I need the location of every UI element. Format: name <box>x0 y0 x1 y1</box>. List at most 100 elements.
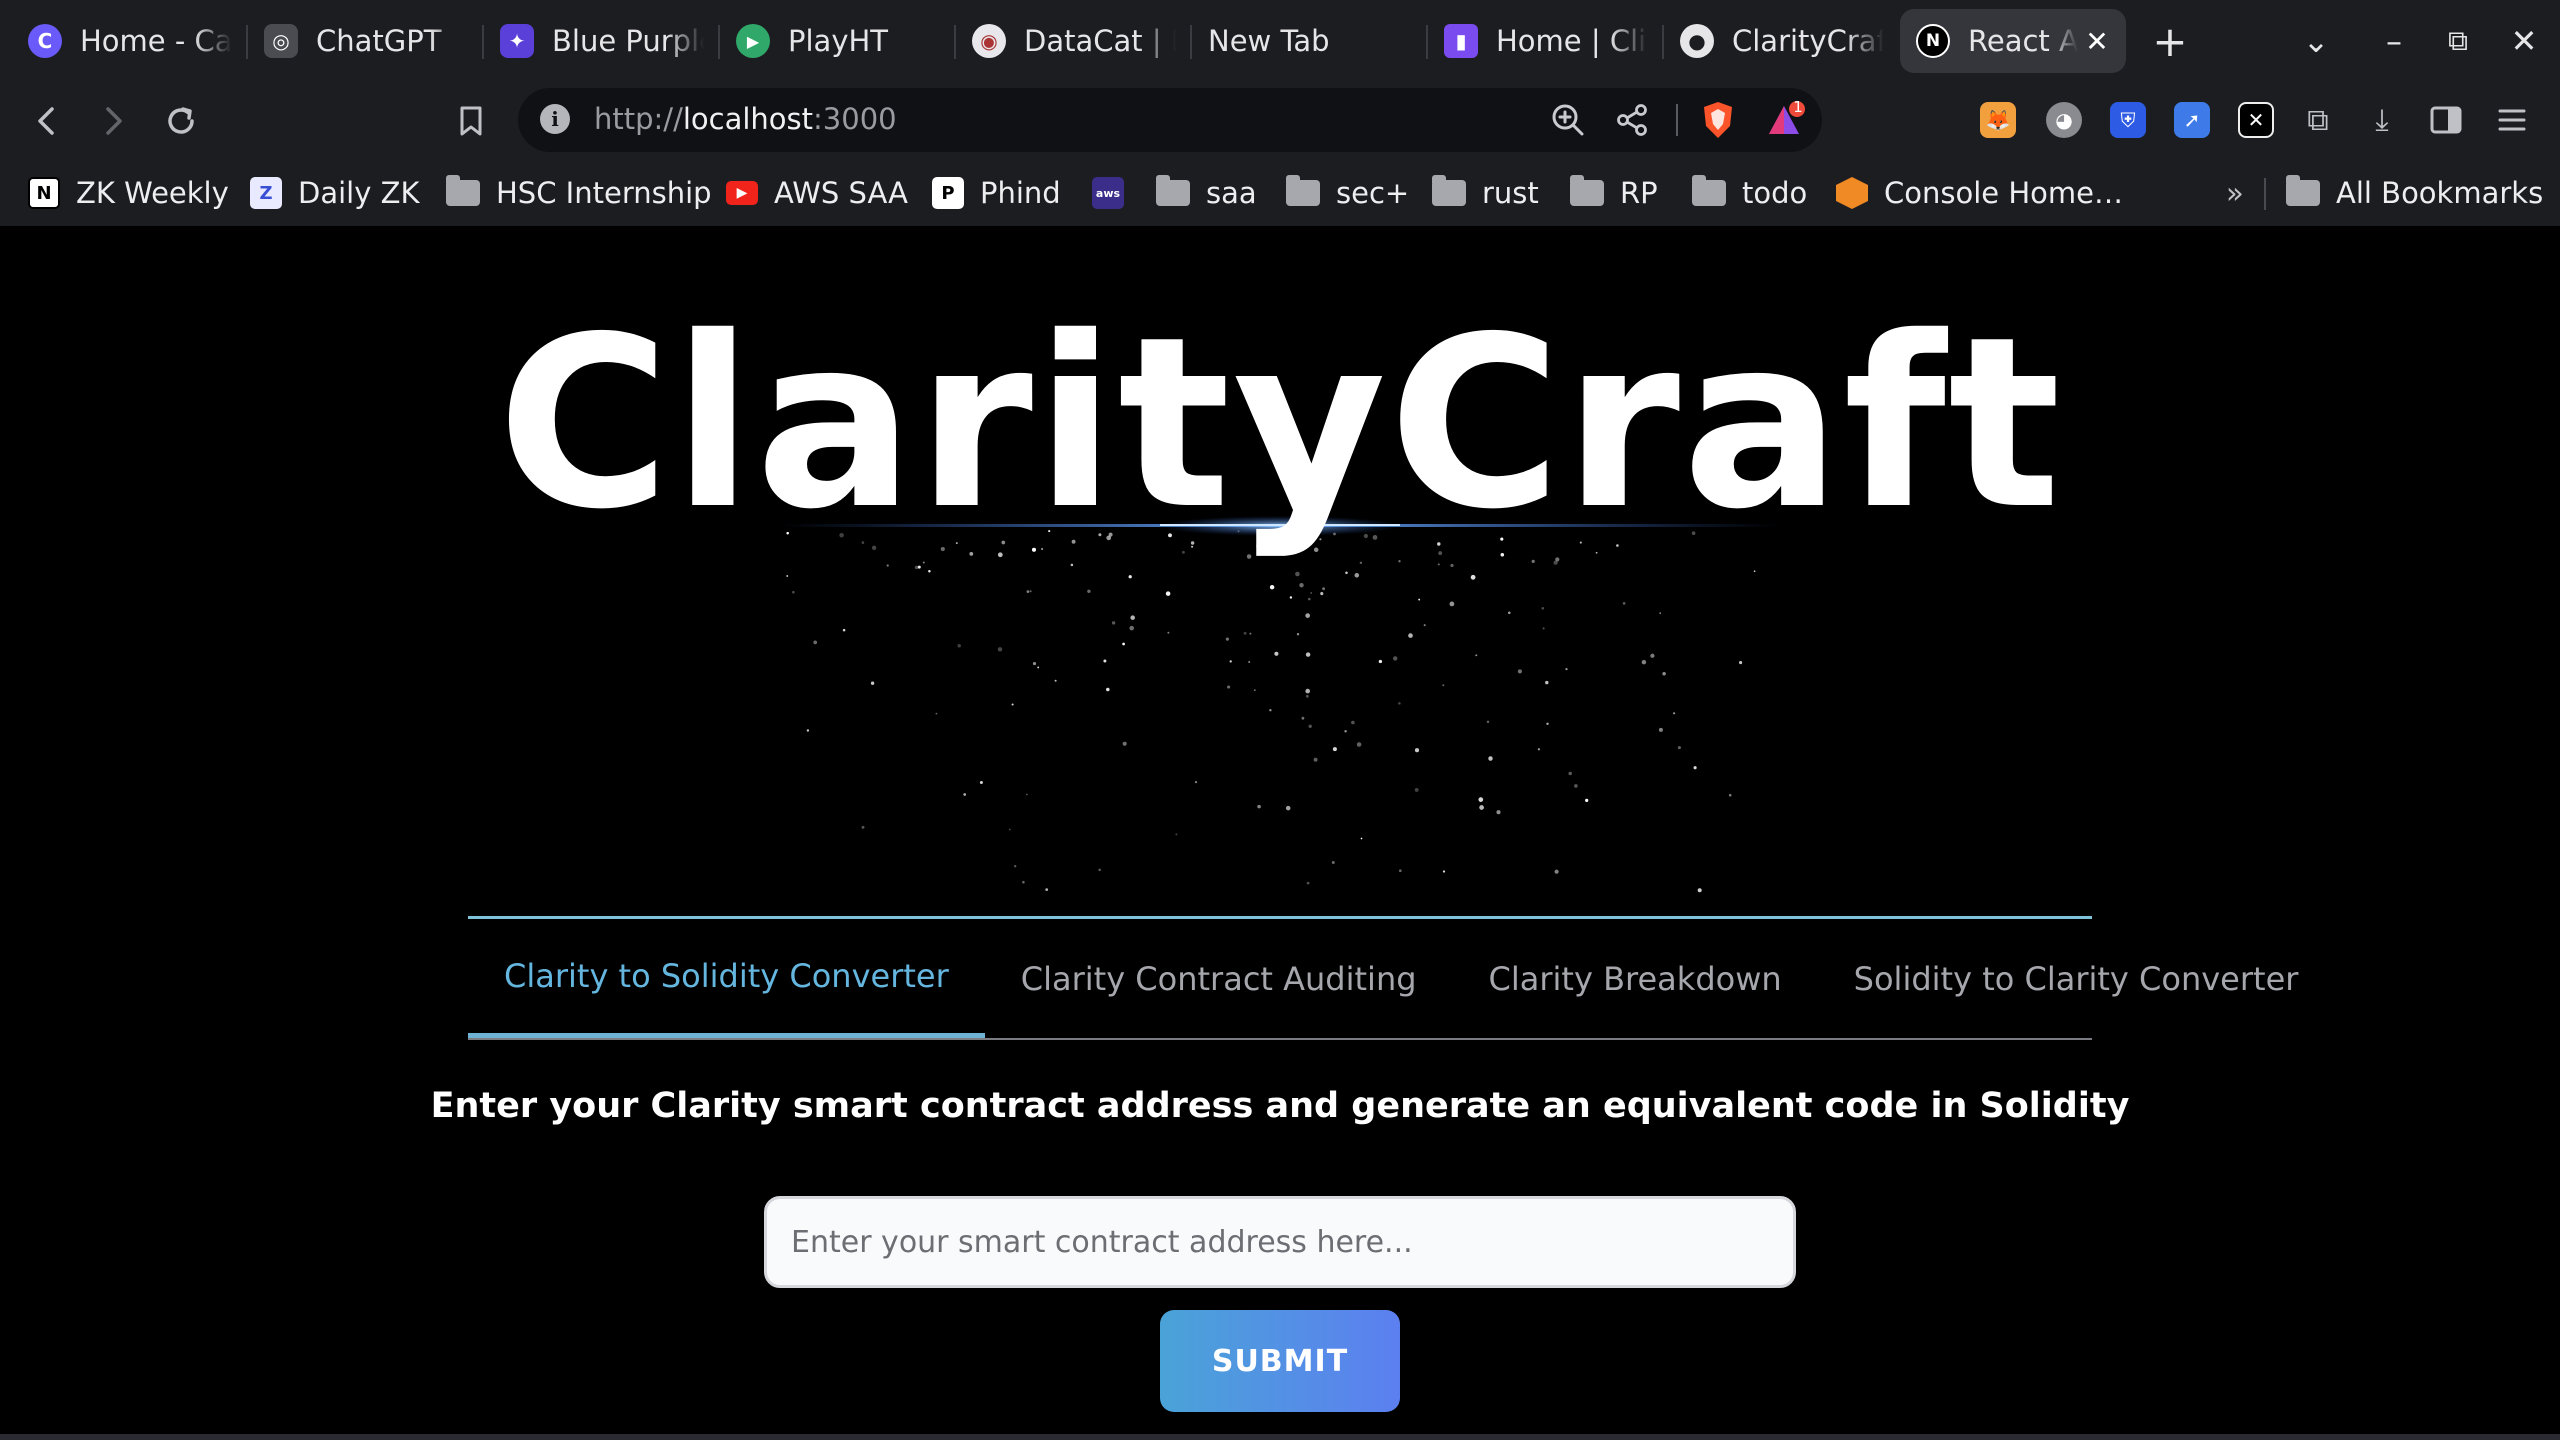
sparkle-particle <box>922 561 925 564</box>
all-bookmarks-folder[interactable]: All Bookmarks <box>2286 170 2543 216</box>
aws-console-icon <box>1836 177 1868 209</box>
extension-cursor-icon[interactable]: ➚ <box>2174 102 2210 138</box>
page-title: ClarityCraft <box>497 286 2063 561</box>
browser-tab-react-app[interactable]: N React App ✕ <box>1900 9 2126 73</box>
metamask-icon[interactable]: 🦊 <box>1980 102 2016 138</box>
sparkle-particle <box>1360 837 1363 840</box>
sparkle-particle <box>1537 748 1541 751</box>
sparkle-particle <box>1299 583 1304 588</box>
sparkle-particle <box>1128 575 1132 579</box>
sparkle-particle <box>1253 689 1256 692</box>
sparkle-particle <box>1398 702 1401 705</box>
sparkle-particle <box>1194 780 1198 784</box>
sparkle-particle <box>1641 659 1647 665</box>
close-window-icon[interactable]: ✕ <box>2492 0 2556 82</box>
sparkle-particle <box>1165 591 1171 596</box>
tab-clarity-to-solidity[interactable]: Clarity to Solidity Converter <box>468 919 985 1038</box>
bookmark-hsc-internship[interactable]: HSC Internship <box>446 170 712 216</box>
tab-clarity-breakdown[interactable]: Clarity Breakdown <box>1453 919 1818 1038</box>
tab-title: React App <box>1968 24 2078 58</box>
browser-tab-datacat[interactable]: ◉ DataCat | E <box>956 9 1192 73</box>
bookmark-daily-zk[interactable]: Z Daily ZK <box>250 170 419 216</box>
tab-contract-auditing[interactable]: Clarity Contract Auditing <box>985 919 1453 1038</box>
github-icon: ● <box>1680 24 1714 58</box>
extensions-puzzle-icon[interactable]: ⧉ <box>2300 102 2336 138</box>
bookmark-rp[interactable]: RP <box>1570 170 1658 216</box>
sparkle-particle <box>1111 621 1116 625</box>
extension-shield-icon[interactable]: ⛨ <box>2110 102 2146 138</box>
bookmark-aws-saa[interactable]: ▶ AWS SAA <box>726 170 908 216</box>
minimize-icon[interactable]: – <box>2362 0 2426 82</box>
bookmark-aws[interactable]: aws <box>1092 170 1140 216</box>
sparkle-particle <box>1622 602 1626 605</box>
tab-solidity-to-clarity[interactable]: Solidity to Clarity Converter <box>1818 919 2335 1038</box>
browser-tab-chatgpt[interactable]: ◎ ChatGPT <box>248 9 484 73</box>
converter-tabs: Clarity to Solidity Converter Clarity Co… <box>468 916 2298 1040</box>
sparkle-particle <box>1488 756 1493 761</box>
sparkle-particle <box>1697 888 1702 893</box>
more-bookmarks-button[interactable]: » <box>2226 170 2244 216</box>
downloads-icon[interactable]: ⤓ <box>2364 102 2400 138</box>
sparkle-particle <box>1398 869 1402 873</box>
chatgpt-icon: ◎ <box>264 24 298 58</box>
tab-title: New Tab <box>1208 24 1330 58</box>
url-text[interactable]: http://localhost:3000 <box>594 102 897 136</box>
share-icon[interactable] <box>1610 98 1654 142</box>
sparkle-particle <box>1243 631 1247 635</box>
sparkle-particle <box>1478 797 1484 802</box>
sparkle-particle <box>1322 587 1325 591</box>
bookmark-phind[interactable]: P Phind <box>932 170 1061 216</box>
new-tab-button[interactable]: + <box>2140 11 2200 71</box>
extension-x-icon[interactable]: ✕ <box>2238 102 2274 138</box>
bookmark-todo[interactable]: todo <box>1692 170 1807 216</box>
sparkle-particle <box>1308 724 1312 728</box>
canva-icon: C <box>28 24 62 58</box>
browser-tab-canva[interactable]: C Home - Canva <box>12 9 248 73</box>
browser-tab-blue-purple[interactable]: ✦ Blue Purple <box>484 9 720 73</box>
forward-icon[interactable] <box>88 96 138 146</box>
submit-button[interactable]: SUBMIT <box>1160 1310 1400 1412</box>
browser-tab-clip[interactable]: ▮ Home | Clip <box>1428 9 1664 73</box>
menu-icon[interactable] <box>2494 102 2530 138</box>
bookmark-sec-plus[interactable]: sec+ <box>1286 170 1409 216</box>
sparkle-particle <box>1517 669 1522 674</box>
sparkle-particle <box>1305 652 1311 657</box>
restore-icon[interactable]: ⧉ <box>2426 0 2490 82</box>
sparkle-particle <box>1508 611 1511 615</box>
sparkle-particle <box>842 628 846 632</box>
sparkle-particle <box>1496 810 1501 815</box>
sparkle-particle <box>786 575 789 577</box>
sparkle-particle <box>1301 716 1305 720</box>
tab-search-chevron-icon[interactable]: ⌄ <box>2284 0 2348 82</box>
bookmark-page-icon[interactable] <box>446 96 496 146</box>
browser-tab-claritycraft-github[interactable]: ● ClarityCraft <box>1664 9 1900 73</box>
sparkle-particle <box>1442 870 1446 873</box>
brave-rewards-icon[interactable]: 1 <box>1764 98 1808 142</box>
sparkle-particle <box>1022 880 1025 884</box>
browser-tab-new-tab[interactable]: New Tab <box>1192 9 1428 73</box>
sidebar-toggle-icon[interactable] <box>2428 102 2464 138</box>
contract-address-input[interactable] <box>764 1196 1796 1288</box>
bookmark-zk-weekly[interactable]: N ZK Weekly <box>28 170 229 216</box>
bookmark-saa[interactable]: saa <box>1156 170 1257 216</box>
brave-shields-icon[interactable] <box>1696 98 1740 142</box>
browser-tab-playht[interactable]: ▶ PlayHT <box>720 9 956 73</box>
tab-title: Home - Canva <box>80 24 232 58</box>
reload-icon[interactable] <box>156 96 206 146</box>
address-bar[interactable]: i http://localhost:3000 1 <box>518 88 1822 152</box>
close-tab-icon[interactable]: ✕ <box>2084 25 2110 58</box>
back-icon[interactable] <box>22 96 72 146</box>
extension-owl-icon[interactable]: ◕ <box>2046 102 2082 138</box>
zoom-icon[interactable] <box>1546 98 1590 142</box>
site-info-icon[interactable]: i <box>540 104 570 134</box>
sparkle-particle <box>1045 888 1049 891</box>
sparkle-particle <box>1087 589 1091 594</box>
bookmark-rust[interactable]: rust <box>1432 170 1539 216</box>
bookmark-console-home[interactable]: Console Home… <box>1836 170 2123 216</box>
sparkle-particle <box>1032 662 1037 666</box>
sparkle-particle <box>1351 720 1355 725</box>
sparkle-particle <box>870 681 875 685</box>
sparkle-particle <box>1274 651 1279 656</box>
sparkle-particle <box>1470 574 1476 580</box>
sparkle-particle <box>1574 784 1578 788</box>
